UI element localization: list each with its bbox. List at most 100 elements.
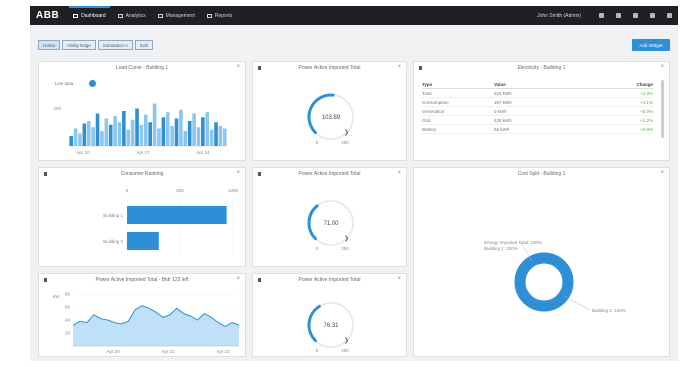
consumer-ranking-panel: Consumer Ranking × 0 500 1000 Building 1 Bui… xyxy=(38,167,246,267)
load-bar xyxy=(135,108,139,146)
y-axis-label: kW xyxy=(53,294,60,299)
load-bar xyxy=(148,122,152,146)
table-row: Consumption 187 kWh +4.1% xyxy=(422,98,653,107)
power-trend-title: Power Active Imported Total - Bldr 123 l… xyxy=(95,277,189,283)
load-bar xyxy=(179,109,183,146)
gauge-value-label: 76.31 xyxy=(323,323,339,329)
help-icon[interactable] xyxy=(633,13,638,18)
close-icon[interactable]: × xyxy=(236,170,240,176)
x-tick-label: Apr 20 xyxy=(106,349,120,354)
load-bar xyxy=(95,113,100,146)
gauge-1-title: Power Active Imported Total xyxy=(298,65,361,71)
gauge-panel-3: Power Active Imported Total × 76.31 0 200 xyxy=(252,273,407,357)
cell: +0.8% xyxy=(640,126,653,132)
breadcrumb-ability-edge[interactable]: Ability Edge xyxy=(62,40,96,50)
load-bar xyxy=(174,118,179,146)
live-data-toggle[interactable] xyxy=(89,80,96,87)
load-curve-title: Load Curve - Building 1 xyxy=(115,65,169,71)
x-tick-label: 500 xyxy=(176,188,184,193)
close-icon[interactable]: × xyxy=(660,170,664,176)
load-bar xyxy=(187,121,192,146)
settings-icon[interactable] xyxy=(616,13,621,18)
user-icon[interactable] xyxy=(667,13,672,18)
load-bar xyxy=(218,126,223,146)
gauge-min-label: 0 xyxy=(316,140,319,145)
load-bar xyxy=(91,127,95,146)
top-navigation-bar: ABB Dashboard Analytics Management Repor… xyxy=(30,6,678,25)
load-bar xyxy=(126,129,131,146)
close-icon[interactable]: × xyxy=(660,64,664,70)
load-bar xyxy=(130,119,135,146)
load-bar xyxy=(161,117,166,146)
y-tick-label: 200 xyxy=(53,106,61,111)
category-label: Building 2 xyxy=(103,239,123,244)
cell: Grid xyxy=(422,117,431,123)
table-row: Battery 56 kWh +0.8% xyxy=(422,125,653,134)
gauge-value-label: 103.89 xyxy=(322,115,341,121)
abb-logo[interactable]: ABB xyxy=(36,10,59,21)
y-tick-label: 80 xyxy=(65,292,71,297)
breadcrumb-home[interactable]: Home xyxy=(38,40,61,50)
consumer-ranking-title: Consumer Ranking xyxy=(120,171,164,177)
cost-split-panel: Cost Split - Building 1 × Energy Importe… xyxy=(413,167,670,357)
ranking-bar xyxy=(127,232,159,250)
cost-split-chart: Energy Imported Total: 100%Building 1: 1… xyxy=(484,240,626,313)
breadcrumb: Home Ability Edge Substation A Edit xyxy=(38,40,155,50)
gauge-max-label: 200 xyxy=(341,246,349,251)
x-tick-label: 1000 xyxy=(228,188,239,193)
load-bar xyxy=(214,122,218,146)
table-row: Grid 428 kWh +1.2% xyxy=(422,116,653,125)
management-icon xyxy=(157,13,163,18)
cell: Total xyxy=(422,90,432,96)
bell-icon[interactable] xyxy=(599,13,604,18)
table-row: Generation 0 kWh +0.0% xyxy=(422,107,653,116)
load-bar xyxy=(73,128,78,146)
nav-analytics[interactable]: Analytics xyxy=(112,6,152,25)
nav-management[interactable]: Management xyxy=(152,6,201,25)
ranking-bar xyxy=(127,206,227,224)
load-bar xyxy=(223,128,227,146)
gauge-1: 103.89 0 200 xyxy=(307,93,354,145)
cell: 187 kWh xyxy=(494,99,512,105)
cell: Generation xyxy=(422,108,445,114)
x-tick-label: Apr 17 xyxy=(136,150,150,155)
breadcrumb-edit[interactable]: Edit xyxy=(135,40,153,50)
load-bar xyxy=(139,124,144,146)
header-value: Value xyxy=(494,81,506,87)
cell: Consumption xyxy=(422,99,449,105)
load-bar xyxy=(209,129,214,146)
cell: 0 kWh xyxy=(494,108,507,114)
table-scrollbar[interactable] xyxy=(661,80,664,138)
nav-dashboard[interactable]: Dashboard xyxy=(67,6,111,25)
close-icon[interactable]: × xyxy=(397,276,401,282)
topbar-actions: John Smith (Admin) xyxy=(537,13,678,19)
power-trend-chart: kW 80 60 40 20 Apr 20 Apr 21 Apr 22 xyxy=(53,292,240,354)
gauge-min-label: 0 xyxy=(316,246,319,251)
close-icon[interactable]: × xyxy=(236,64,240,70)
x-tick-label: Apr 21 xyxy=(161,349,175,354)
load-bar xyxy=(86,121,91,146)
load-bar xyxy=(69,136,73,146)
reports-icon xyxy=(206,13,212,18)
load-bar xyxy=(78,133,82,146)
y-tick-label: 40 xyxy=(65,318,71,323)
gauge-max-label: 200 xyxy=(341,140,349,145)
dashboard-icon xyxy=(73,13,79,18)
gauge-3: 76.31 0 200 xyxy=(307,302,354,353)
close-icon[interactable]: × xyxy=(397,64,401,70)
user-menu[interactable]: John Smith (Admin) xyxy=(537,13,581,19)
gauge-max-label: 200 xyxy=(341,348,349,353)
close-icon[interactable]: × xyxy=(236,276,240,282)
load-bar xyxy=(144,114,148,146)
cell: +1.2% xyxy=(640,117,653,123)
nav-reports[interactable]: Reports xyxy=(201,6,239,25)
load-bar xyxy=(113,116,117,146)
close-icon[interactable]: × xyxy=(397,170,401,176)
cell: +4.1% xyxy=(640,99,653,105)
live-data-label: Live data xyxy=(55,81,74,86)
add-widget-button[interactable]: Add Widget xyxy=(632,39,670,51)
grid-icon[interactable] xyxy=(650,13,655,18)
gauge-panel-2: Power Active Imported Total × 71.00 0 200 xyxy=(252,167,407,267)
breadcrumb-substation[interactable]: Substation A xyxy=(97,40,134,50)
y-tick-label: 20 xyxy=(65,331,71,336)
